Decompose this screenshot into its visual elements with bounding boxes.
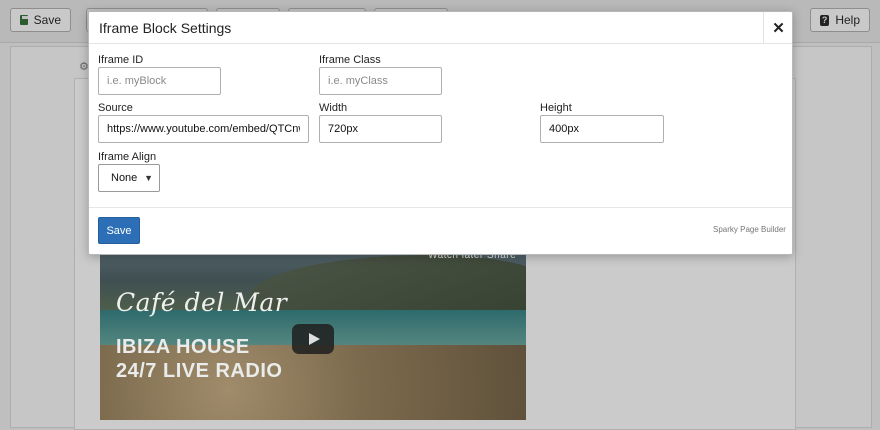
width-input[interactable] <box>319 115 442 143</box>
toolbar-save-label: Save <box>33 13 61 27</box>
iframe-class-label: Iframe Class <box>319 54 381 66</box>
floppy-disk-icon <box>20 15 28 25</box>
question-mark-icon: ? <box>820 14 830 26</box>
iframe-class-input[interactable] <box>319 67 442 95</box>
height-label: Height <box>540 102 572 114</box>
video-preview[interactable]: Watch later Share Café del Mar IBIZA HOU… <box>100 240 526 420</box>
iframe-align-value: None <box>111 172 138 184</box>
modal-title: Iframe Block Settings <box>99 20 232 36</box>
video-logo: Café del Mar <box>116 288 288 317</box>
modal-header: Iframe Block Settings ✕ <box>89 12 792 44</box>
save-button[interactable]: Save <box>98 217 140 244</box>
video-headline-line2: 24/7 LIVE RADIO <box>116 360 283 382</box>
iframe-id-label: Iframe ID <box>98 54 144 66</box>
chevron-down-icon: ▼ <box>144 173 153 183</box>
iframe-align-select[interactable]: None ▼ <box>98 164 160 192</box>
play-icon[interactable] <box>292 324 334 354</box>
help-label: Help <box>835 13 860 27</box>
modal-divider <box>89 207 792 208</box>
source-label: Source <box>98 102 133 114</box>
toolbar-save-button[interactable]: Save <box>10 8 71 32</box>
iframe-align-label: Iframe Align <box>98 151 157 163</box>
iframe-settings-modal: Iframe Block Settings ✕ Iframe ID Iframe… <box>88 11 793 255</box>
height-input[interactable] <box>540 115 664 143</box>
width-label: Width <box>319 102 348 114</box>
help-button[interactable]: ? Help <box>810 8 870 32</box>
video-headline-line1: IBIZA HOUSE <box>116 336 250 358</box>
close-icon[interactable]: ✕ <box>763 12 793 43</box>
iframe-id-input[interactable] <box>98 67 221 95</box>
source-input[interactable] <box>98 115 309 143</box>
brand-label: Sparky Page Builder <box>713 225 786 234</box>
